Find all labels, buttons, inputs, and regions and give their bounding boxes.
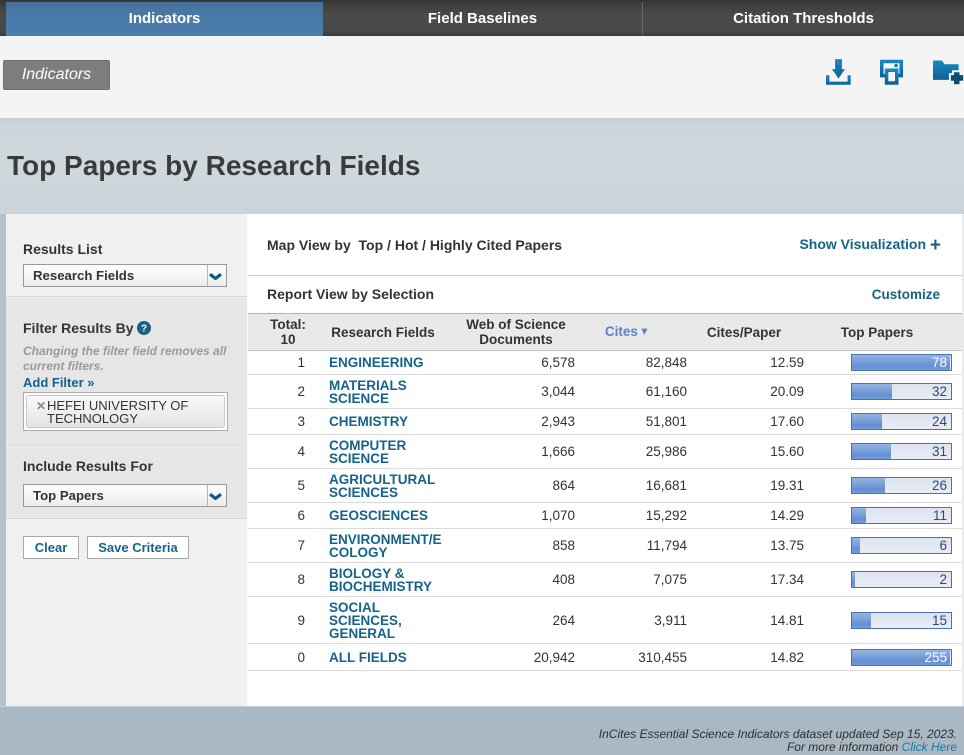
svg-text:?: ? (141, 324, 147, 335)
